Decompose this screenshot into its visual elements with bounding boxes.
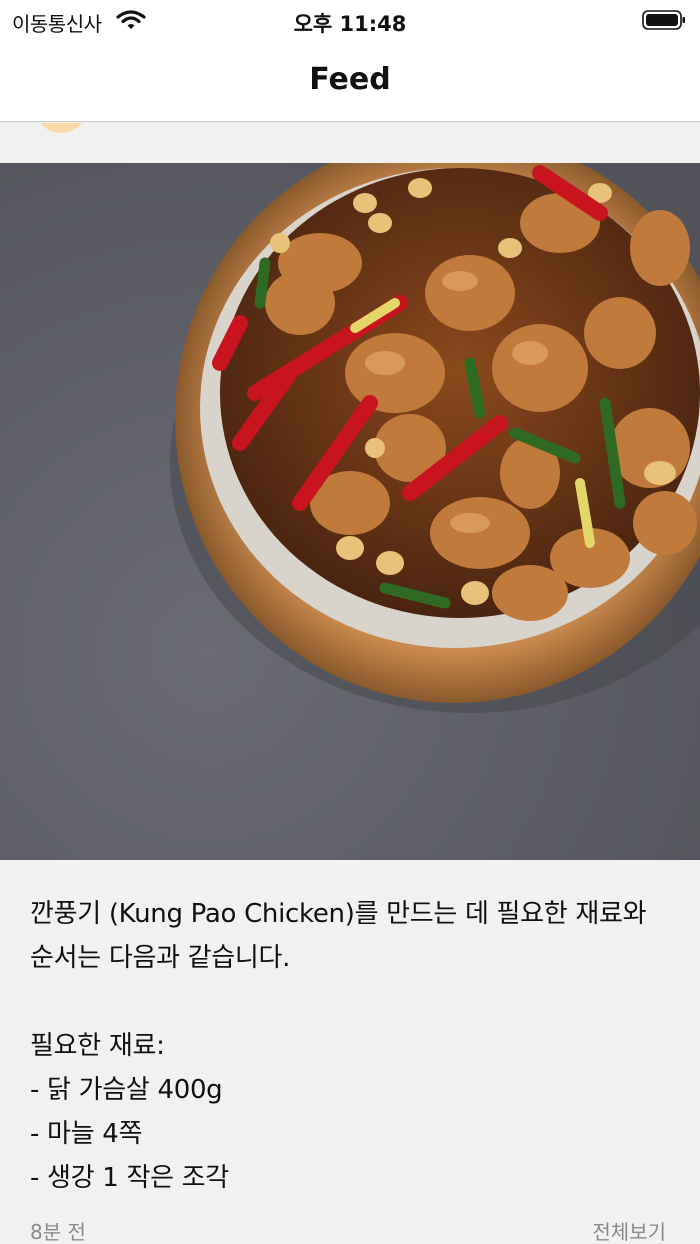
avatar[interactable] [33, 123, 89, 133]
post-text: 깐풍기 (Kung Pao Chicken)를 만드는 데 필요한 재료와 순서… [30, 899, 647, 1193]
post-card[interactable]: 깐풍기 (Kung Pao Chicken)를 만드는 데 필요한 재료와 순서… [0, 860, 700, 1244]
battery-icon [642, 10, 686, 30]
feed-scroll[interactable]: 깐풍기 (Kung Pao Chicken)를 만드는 데 필요한 재료와 순서… [0, 123, 700, 1244]
see-all-link[interactable]: 전체보기 [592, 1216, 666, 1244]
post-timestamp: 8분 전 [30, 1220, 86, 1244]
page-title: Feed [309, 62, 391, 97]
status-time: 오후 11:48 [293, 12, 407, 36]
post-image[interactable] [0, 163, 700, 860]
navigation-bar: Feed [0, 42, 700, 122]
status-bar: 이동통신사 오후 11:48 [0, 0, 700, 42]
